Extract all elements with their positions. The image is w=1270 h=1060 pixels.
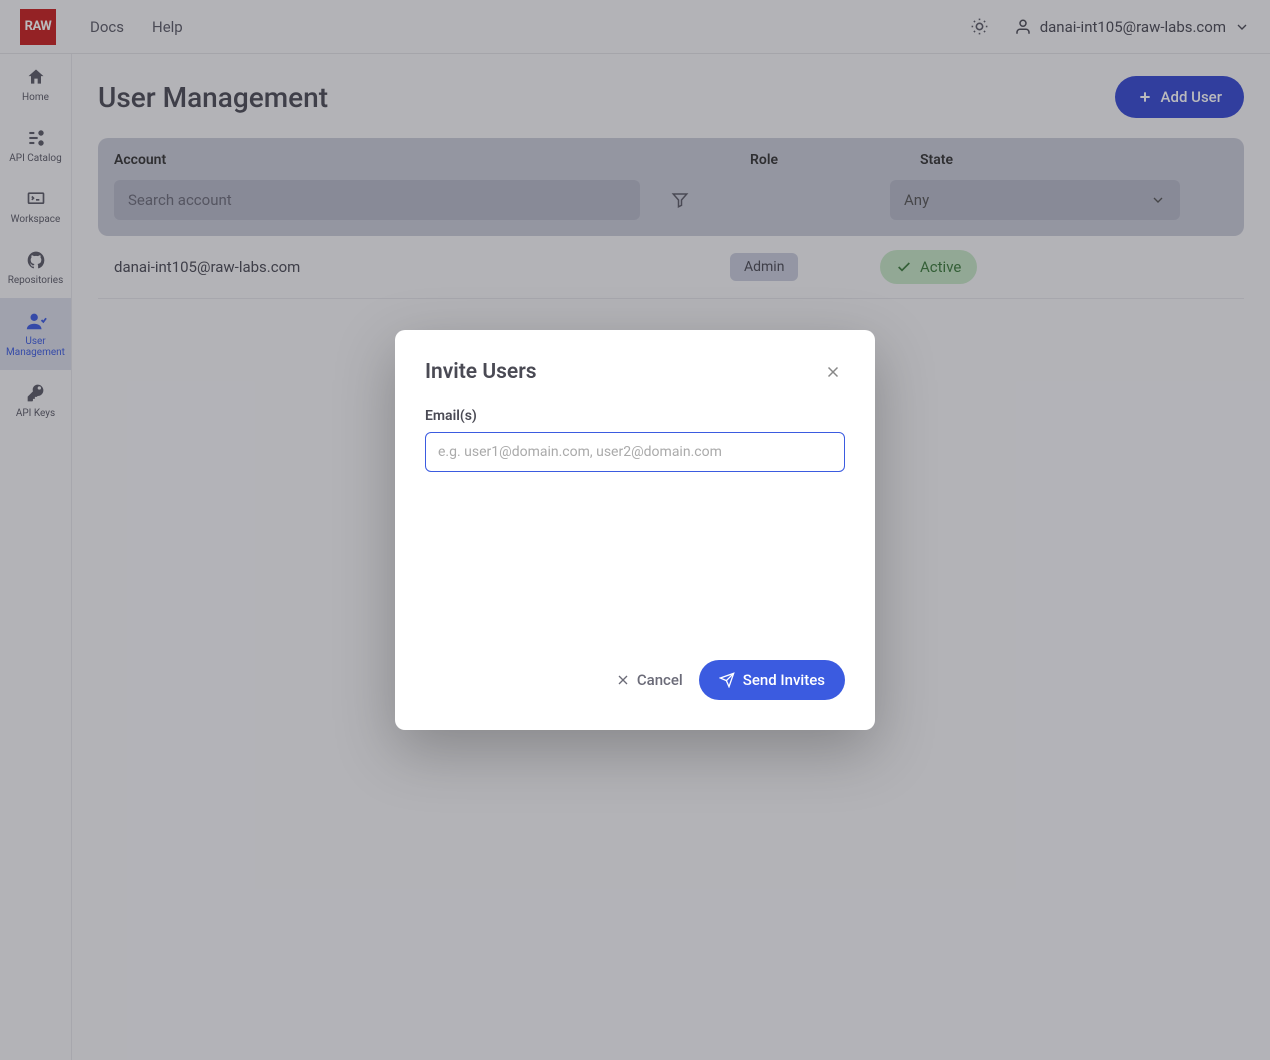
cancel-button[interactable]: Cancel [615,671,683,689]
close-icon [824,363,842,381]
send-icon [719,672,735,688]
cancel-label: Cancel [637,671,683,689]
email-field-label: Email(s) [425,408,845,424]
close-icon [615,672,631,688]
modal-title: Invite Users [425,360,537,384]
invite-users-modal: Invite Users Email(s) Cancel Send Invite… [395,330,875,730]
send-invites-button[interactable]: Send Invites [699,660,845,700]
modal-footer: Cancel Send Invites [425,640,845,700]
modal-overlay[interactable]: Invite Users Email(s) Cancel Send Invite… [0,0,1270,1060]
send-label: Send Invites [743,671,825,689]
modal-body: Email(s) [425,408,845,640]
modal-close-button[interactable] [821,360,845,384]
modal-header: Invite Users [425,360,845,384]
email-input[interactable] [425,432,845,472]
